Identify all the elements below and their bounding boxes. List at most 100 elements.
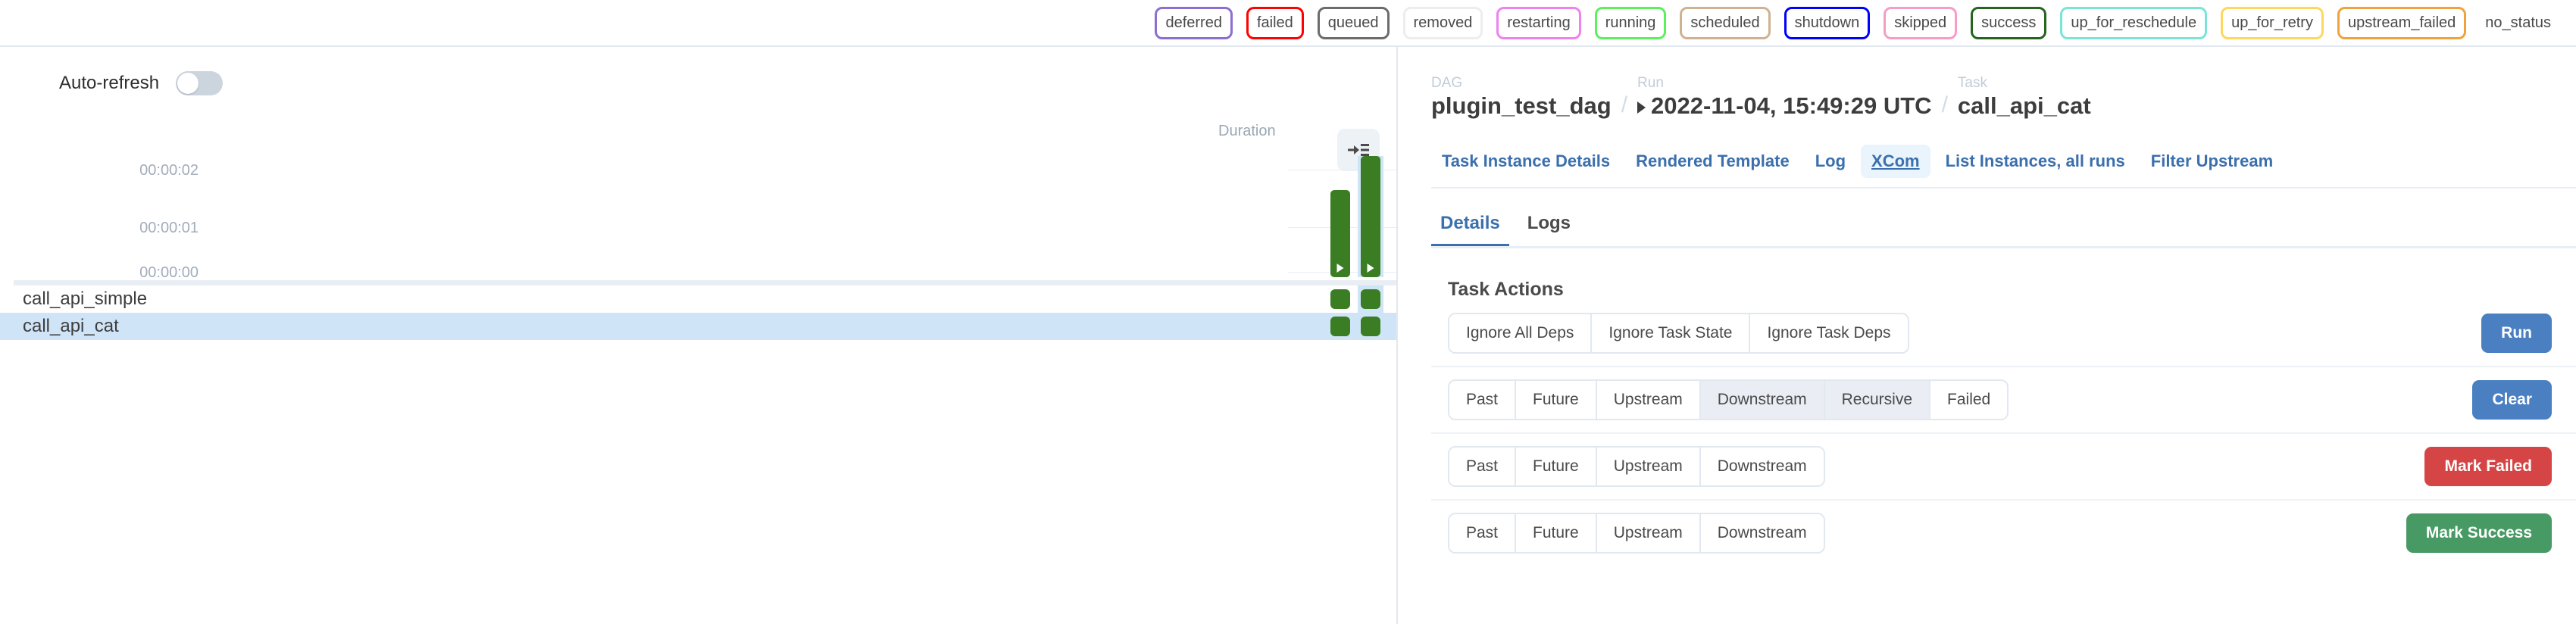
status-legend-restarting[interactable]: restarting	[1496, 7, 1580, 39]
task-instance-cell[interactable]	[1327, 285, 1353, 313]
dag-run-duration-bar[interactable]	[1330, 190, 1350, 277]
option-downstream[interactable]: Downstream	[1701, 381, 1825, 419]
clear-button[interactable]: Clear	[2472, 380, 2552, 420]
breadcrumb-dag[interactable]: DAG plugin_test_dag	[1431, 74, 1612, 119]
mark-success-button[interactable]: Mark Success	[2406, 513, 2552, 553]
task-instance-status-success[interactable]	[1330, 317, 1350, 336]
tab-list-instances-all-runs[interactable]: List Instances, all runs	[1935, 145, 2136, 178]
tab-log[interactable]: Log	[1805, 145, 1856, 178]
tab-rendered-template[interactable]: Rendered Template	[1625, 145, 1800, 178]
status-legend-shutdown[interactable]: shutdown	[1784, 7, 1871, 39]
subtab-logs[interactable]: Logs	[1518, 208, 1580, 246]
status-legend-scheduled[interactable]: scheduled	[1680, 7, 1770, 39]
option-downstream[interactable]: Downstream	[1701, 514, 1824, 552]
task-instance-squares	[1327, 285, 1383, 313]
grid-panel: Auto-refresh Duration 00:00:02 00:00:01 …	[0, 47, 1398, 624]
subtab-details[interactable]: Details	[1431, 208, 1509, 246]
option-past[interactable]: Past	[1449, 514, 1516, 552]
breadcrumb-dag-value: plugin_test_dag	[1431, 92, 1612, 120]
status-legend-failed[interactable]: failed	[1246, 7, 1304, 39]
breadcrumb: DAG plugin_test_dag / Run 2022-11-04, 15…	[1431, 74, 2576, 119]
task-action-row: PastFutureUpstreamDownstreamRecursiveFai…	[1431, 367, 2576, 434]
option-ignore-task-state[interactable]: Ignore Task State	[1592, 314, 1750, 352]
option-future[interactable]: Future	[1516, 514, 1597, 552]
breadcrumb-dag-kind: DAG	[1431, 74, 1612, 92]
status-legend-no_status[interactable]: no_status	[2480, 7, 2556, 39]
detail-subtabs: DetailsLogs	[1431, 208, 2576, 248]
axis-tick-0: 00:00:02	[139, 162, 199, 179]
task-instance-status-success[interactable]	[1330, 289, 1350, 309]
dag-run-duration-bar[interactable]	[1361, 156, 1380, 277]
option-ignore-task-deps[interactable]: Ignore Task Deps	[1750, 314, 1907, 352]
duration-axis-title: Duration	[1218, 123, 1276, 140]
option-past[interactable]: Past	[1449, 448, 1516, 485]
tab-xcom[interactable]: XCom	[1861, 145, 1930, 178]
task-actions-rows: Ignore All DepsIgnore Task StateIgnore T…	[1431, 301, 2576, 566]
task-row[interactable]: call_api_simple	[0, 285, 1398, 313]
breadcrumb-run[interactable]: Run 2022-11-04, 15:49:29 UTC	[1637, 74, 1932, 119]
status-legend-up_for_retry[interactable]: up_for_retry	[2221, 7, 2324, 39]
option-recursive[interactable]: Recursive	[1825, 381, 1930, 419]
run-button[interactable]: Run	[2481, 314, 2552, 353]
task-action-options: PastFutureUpstreamDownstream	[1448, 446, 1825, 487]
task-instance-cell[interactable]	[1327, 313, 1353, 340]
option-ignore-all-deps[interactable]: Ignore All Deps	[1449, 314, 1592, 352]
option-upstream[interactable]: Upstream	[1597, 514, 1701, 552]
task-row-label: call_api_cat	[23, 316, 119, 337]
mark-failed-button[interactable]: Mark Failed	[2424, 447, 2552, 486]
task-action-options: PastFutureUpstreamDownstream	[1448, 513, 1825, 554]
option-downstream[interactable]: Downstream	[1701, 448, 1824, 485]
run-play-icon	[1368, 264, 1374, 273]
status-legend-success[interactable]: success	[1971, 7, 2046, 39]
task-action-row: PastFutureUpstreamDownstream Mark Failed	[1431, 434, 2576, 501]
option-failed[interactable]: Failed	[1930, 381, 2007, 419]
breadcrumb-separator: /	[1932, 92, 1958, 119]
grid-toolbar: Auto-refresh	[0, 47, 1398, 103]
toggle-knob	[177, 73, 199, 94]
breadcrumb-task[interactable]: Task call_api_cat	[1958, 74, 2091, 119]
task-row-label: call_api_simple	[23, 289, 147, 310]
tab-task-instance-details[interactable]: Task Instance Details	[1431, 145, 1621, 178]
dag-run-column[interactable]	[1358, 156, 1383, 277]
breadcrumb-run-value: 2022-11-04, 15:49:29 UTC	[1651, 92, 1932, 119]
task-actions-title: Task Actions	[1448, 279, 2576, 301]
task-action-row: Ignore All DepsIgnore Task StateIgnore T…	[1431, 301, 2576, 367]
status-legend-running[interactable]: running	[1595, 7, 1667, 39]
task-action-options: PastFutureUpstreamDownstreamRecursiveFai…	[1448, 379, 2009, 420]
task-instance-cell[interactable]	[1358, 313, 1383, 340]
dag-run-column[interactable]	[1327, 156, 1353, 277]
option-future[interactable]: Future	[1516, 381, 1597, 419]
option-future[interactable]: Future	[1516, 448, 1597, 485]
option-upstream[interactable]: Upstream	[1597, 448, 1701, 485]
status-legend-removed[interactable]: removed	[1403, 7, 1483, 39]
auto-refresh-label: Auto-refresh	[59, 73, 159, 94]
option-upstream[interactable]: Upstream	[1597, 381, 1701, 419]
option-past[interactable]: Past	[1449, 381, 1516, 419]
status-legend-up_for_reschedule[interactable]: up_for_reschedule	[2060, 7, 2207, 39]
task-instance-status-success[interactable]	[1361, 317, 1380, 336]
breadcrumb-separator: /	[1612, 92, 1637, 119]
runs-divider	[14, 280, 1398, 285]
status-legend-upstream_failed[interactable]: upstream_failed	[2337, 7, 2466, 39]
task-instance-status-success[interactable]	[1361, 289, 1380, 309]
axis-tick-2: 00:00:00	[139, 264, 199, 282]
breadcrumb-task-value: call_api_cat	[1958, 92, 2091, 120]
run-play-icon	[1637, 101, 1646, 114]
status-legend-skipped[interactable]: skipped	[1884, 7, 1957, 39]
run-play-icon	[1337, 264, 1344, 273]
breadcrumb-run-kind: Run	[1637, 74, 1932, 92]
auto-refresh-toggle[interactable]	[176, 71, 223, 95]
task-instance-cell[interactable]	[1358, 285, 1383, 313]
breadcrumb-run-value-wrap: 2022-11-04, 15:49:29 UTC	[1637, 92, 1932, 120]
status-legend-deferred[interactable]: deferred	[1155, 7, 1233, 39]
status-legend-bar: deferred failed queued removed restarting run…	[0, 0, 2576, 47]
status-legend-queued[interactable]: queued	[1318, 7, 1390, 39]
page-body: Auto-refresh Duration 00:00:02 00:00:01 …	[0, 47, 2576, 624]
run-duration-bars	[1327, 156, 1383, 277]
task-action-row: PastFutureUpstreamDownstream Mark Success	[1431, 501, 2576, 566]
tab-filter-upstream[interactable]: Filter Upstream	[2140, 145, 2284, 178]
task-rows: call_api_simple call_api_cat	[0, 285, 1398, 340]
details-panel: DAG plugin_test_dag / Run 2022-11-04, 15…	[1398, 47, 2576, 624]
panel-divider	[1396, 47, 1398, 624]
task-row[interactable]: call_api_cat	[0, 313, 1398, 340]
